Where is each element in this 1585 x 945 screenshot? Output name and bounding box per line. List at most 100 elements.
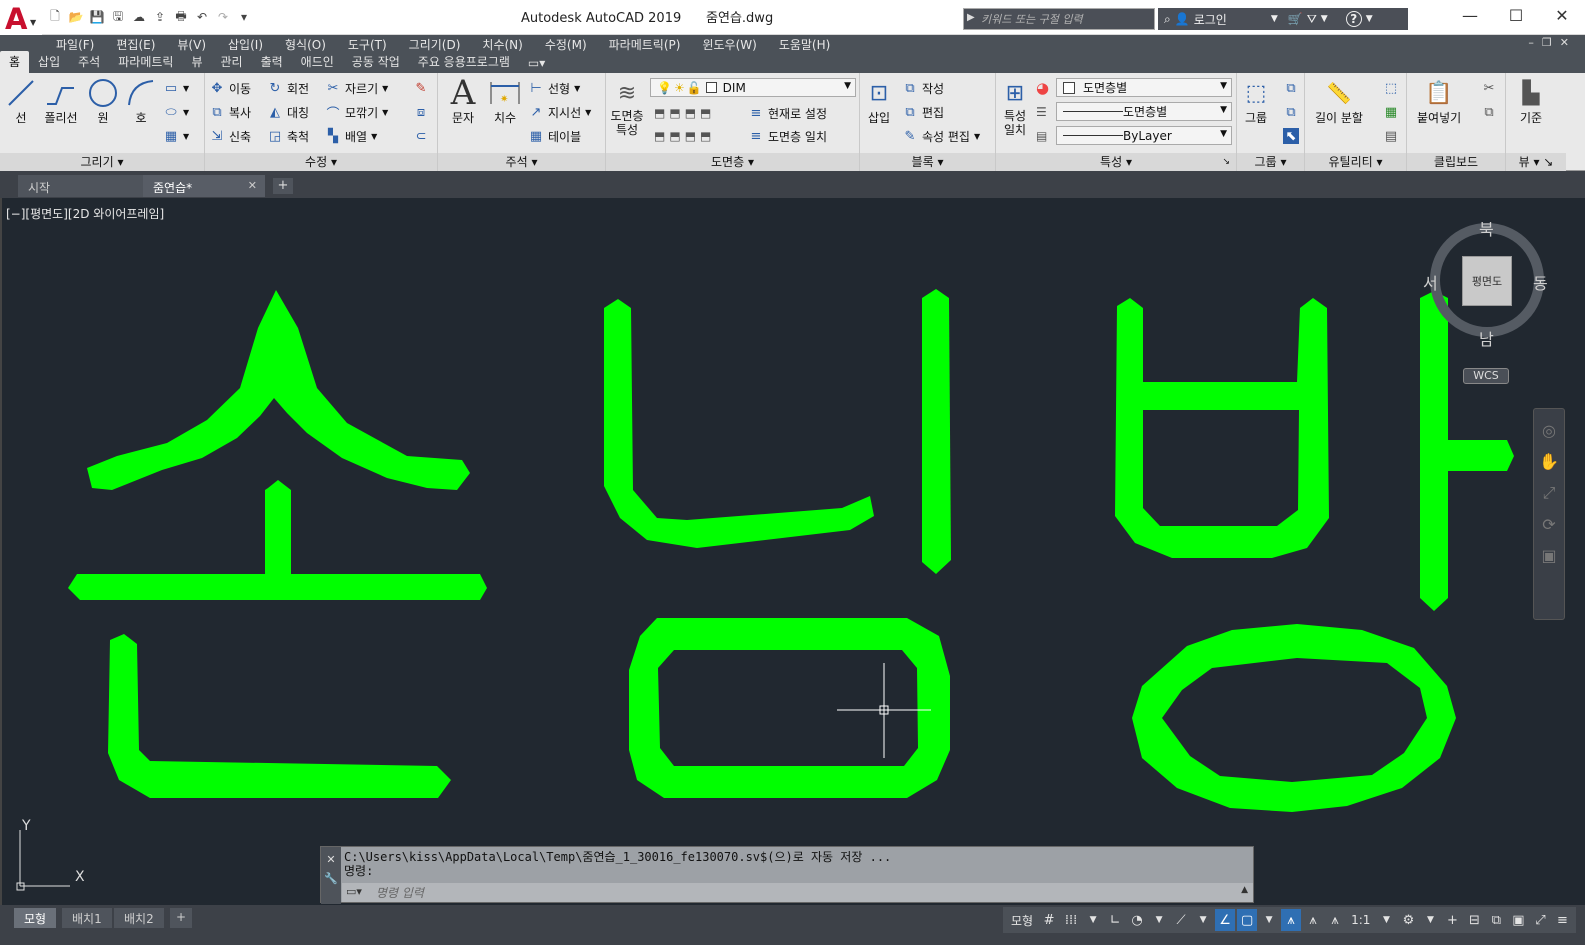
rectangle-button[interactable]: ▭ ▼ xyxy=(163,78,189,98)
panel-title-view[interactable]: 뷰 ▾ ↘ xyxy=(1506,153,1566,171)
tab-start[interactable]: 시작 xyxy=(18,175,144,197)
tab-model[interactable]: 모형 xyxy=(14,908,57,928)
chevron-down-icon[interactable]: ▼ xyxy=(1149,909,1169,931)
pan-icon[interactable]: ✋ xyxy=(1534,452,1564,471)
viewcube-south[interactable]: 남 xyxy=(1479,326,1494,350)
customize-menu-icon[interactable]: ≡ xyxy=(1552,909,1572,931)
ungroup-icon[interactable]: ⧉ xyxy=(1283,78,1299,98)
match-properties-button[interactable]: ⊞ 특성 일치 xyxy=(998,77,1032,138)
cut-icon[interactable]: ✂ xyxy=(1481,78,1497,98)
units-icon[interactable]: ⊟ xyxy=(1464,909,1484,931)
select-all-icon[interactable]: ▦ xyxy=(1383,102,1399,122)
viewcube-east[interactable]: 동 xyxy=(1533,270,1548,294)
menu-help[interactable]: 도움말(H) xyxy=(768,36,842,53)
new-tab-button[interactable]: + xyxy=(273,178,293,194)
insert-block-button[interactable]: ⊡ 삽입 xyxy=(862,77,896,126)
panel-title-clipboard[interactable]: 클립보드 xyxy=(1407,153,1505,171)
lineweight-dropdown[interactable]: ByLayer ▼ xyxy=(1056,126,1232,145)
hatch-button[interactable]: ▦ ▼ xyxy=(163,126,189,146)
menu-parametric[interactable]: 파라메트릭(P) xyxy=(598,36,692,53)
tab-layout2[interactable]: 배치2 xyxy=(114,908,164,928)
panel-title-properties[interactable]: 특성 ▾ ↘ xyxy=(996,153,1236,171)
erase-button[interactable]: ✎ xyxy=(413,78,429,98)
redo-icon[interactable]: ↷ xyxy=(214,8,232,26)
explode-button[interactable]: ⧈ xyxy=(413,102,429,122)
measure-button[interactable]: 📏 길이 분할 xyxy=(1315,77,1363,126)
stretch-button[interactable]: ⇲ 신축 xyxy=(209,126,252,146)
match-layer-button[interactable]: ≡ 도면층 일치 xyxy=(748,126,827,146)
layer-dropdown[interactable]: 💡 ☀ 🔓 DIM ▼ xyxy=(650,78,856,97)
paste-button[interactable]: 📋 붙여넣기 xyxy=(1417,77,1461,126)
ortho-icon[interactable]: ∟ xyxy=(1105,909,1125,931)
customize-qat-icon[interactable]: ▾ xyxy=(235,8,253,26)
ribbon-options-icon[interactable]: ▭▾ xyxy=(519,54,554,73)
group-select-icon[interactable]: ⬉ xyxy=(1283,126,1299,146)
table-button[interactable]: ▦ 테이블 xyxy=(528,126,581,146)
menu-format[interactable]: 형식(O) xyxy=(274,36,337,53)
tab-addins[interactable]: 애드인 xyxy=(292,51,343,73)
tab-manage[interactable]: 관리 xyxy=(211,51,251,73)
chevron-down-icon[interactable]: ▼ xyxy=(1420,909,1440,931)
new-file-icon[interactable]: 🗋 xyxy=(46,8,64,26)
calculator-icon[interactable]: ▤ xyxy=(1383,126,1399,146)
chevron-down-icon[interactable]: ▼ xyxy=(1083,909,1103,931)
viewcube-face-top[interactable]: 평면도 xyxy=(1462,256,1512,306)
offset-button[interactable]: ⊂ xyxy=(413,126,429,146)
arc-button[interactable]: 호 xyxy=(124,77,158,126)
auto-scale-icon[interactable]: ⩚ xyxy=(1303,909,1323,931)
save-icon[interactable]: 💾 xyxy=(88,8,106,26)
grid-icon[interactable]: # xyxy=(1039,909,1059,931)
menu-window[interactable]: 윈도우(W) xyxy=(691,36,767,53)
tab-home[interactable]: 홈 xyxy=(0,51,30,73)
line-button[interactable]: 선 xyxy=(4,77,38,126)
annotation-visibility-icon[interactable]: ⩚ xyxy=(1281,909,1302,931)
trim-button[interactable]: ✂ 자르기 ▼ xyxy=(325,78,389,98)
copy-clip-icon[interactable]: ⧉ xyxy=(1481,102,1497,122)
tab-featured-apps[interactable]: 주요 응용프로그램 xyxy=(409,51,519,73)
login-button[interactable]: 로그인 xyxy=(1194,11,1227,28)
isodraft-icon[interactable]: ⟋ xyxy=(1171,909,1191,931)
search-input[interactable] xyxy=(978,10,1153,28)
mirror-button[interactable]: ◭ 대칭 xyxy=(267,102,309,122)
close-icon[interactable]: ✕ xyxy=(1539,0,1585,30)
help-icon[interactable]: ? xyxy=(1345,11,1362,27)
circle-button[interactable]: 원 xyxy=(86,77,120,126)
annotation-scale-icon[interactable]: ⩚ xyxy=(1325,909,1345,931)
menu-tools[interactable]: 도구(T) xyxy=(337,36,398,53)
wrench-icon[interactable]: 🔧 xyxy=(321,872,341,885)
panel-title-groups[interactable]: 그룹 ▾ xyxy=(1237,153,1304,171)
tab-drawing[interactable]: 줌연습* ✕ xyxy=(143,175,265,197)
orbit-icon[interactable]: ⟳ xyxy=(1534,515,1564,534)
menu-file[interactable]: 파일(F) xyxy=(0,36,105,53)
showmotion-icon[interactable]: ▣ xyxy=(1534,546,1564,565)
scale-button[interactable]: ◲ 축척 xyxy=(267,126,309,146)
linetype-dropdown[interactable]: 도면층별 ▼ xyxy=(1056,102,1232,121)
make-current-button[interactable]: ≡ 현재로 설정 xyxy=(748,103,827,123)
tab-layout1[interactable]: 배치1 xyxy=(62,908,112,928)
save-as-icon[interactable]: 🖫 xyxy=(109,8,127,26)
clean-screen-icon[interactable]: ⤢ xyxy=(1530,909,1550,931)
menu-modify[interactable]: 수정(M) xyxy=(534,36,598,53)
close-icon[interactable]: ✕ xyxy=(321,853,341,866)
create-block-button[interactable]: ⧉ 작성 xyxy=(902,78,944,98)
menu-draw[interactable]: 그리기(D) xyxy=(398,36,472,53)
menu-edit[interactable]: 편집(E) xyxy=(105,36,166,53)
color-dropdown[interactable]: 도면층별 ▼ xyxy=(1056,78,1232,97)
viewcube[interactable]: 북 남 동 서 평면도 xyxy=(1423,218,1548,350)
application-menu-button[interactable]: A ▼ xyxy=(0,0,42,36)
base-view-button[interactable]: ▙ 기준 xyxy=(1514,77,1548,126)
command-input[interactable] xyxy=(376,884,1236,901)
cloud-open-icon[interactable]: ☁ xyxy=(130,8,148,26)
copy-button[interactable]: ⧉ 복사 xyxy=(209,102,251,122)
tab-annotate[interactable]: 주석 xyxy=(69,51,109,73)
color-wheel-icon[interactable]: ◕ xyxy=(1036,78,1049,98)
close-icon[interactable]: ✕ xyxy=(248,179,257,192)
zoom-extents-icon[interactable]: ⤢ xyxy=(1534,483,1564,503)
array-button[interactable]: ▚ 배열 ▼ xyxy=(325,126,377,146)
annotation-scale-value[interactable]: 1:1 xyxy=(1347,909,1374,931)
chevron-up-icon[interactable]: ▲ xyxy=(1241,885,1248,895)
edit-block-button[interactable]: ⧉ 편집 xyxy=(902,102,944,122)
rotate-button[interactable]: ↻ 회전 xyxy=(267,78,310,98)
annotation-monitor-icon[interactable]: + xyxy=(1442,909,1462,931)
model-space-toggle[interactable]: 모형 xyxy=(1007,909,1037,931)
